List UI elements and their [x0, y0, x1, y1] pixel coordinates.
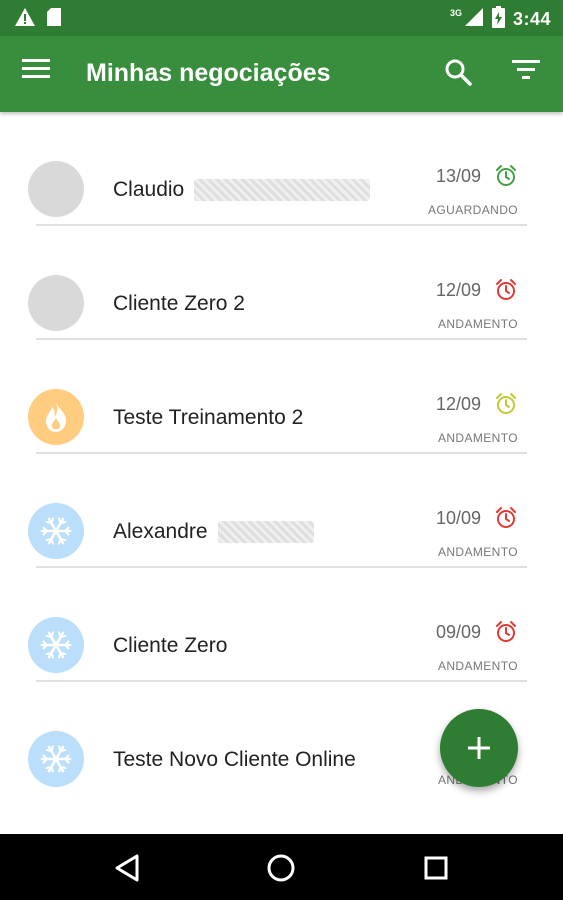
list-item[interactable]: Cliente Zero 09/09 ANDAMENTO [0, 568, 563, 682]
snowflake-icon [40, 745, 72, 773]
list-item[interactable]: Teste Treinamento 2 12/09 ANDAMENTO [0, 340, 563, 454]
avatar [28, 617, 84, 673]
add-deal-button[interactable] [440, 709, 518, 787]
redacted-surname [194, 179, 371, 202]
deal-date: 12/09 [435, 394, 481, 414]
avatar [28, 161, 84, 217]
flame-icon [46, 402, 67, 432]
deal-status: ANDAMENTO [437, 545, 518, 559]
avatar [28, 731, 84, 787]
deal-name: Cliente Zero 2 [113, 292, 245, 315]
snowflake-icon [40, 631, 72, 659]
alarm-clock-icon [494, 164, 518, 188]
search-button[interactable] [444, 58, 478, 92]
deal-name: Teste Treinamento 2 [113, 406, 304, 429]
system-nav-bar [0, 834, 563, 900]
deal-status: ANDAMENTO [437, 431, 518, 445]
back-icon [115, 854, 139, 882]
filter-icon [512, 60, 540, 79]
deal-status: ANDAMENTO [437, 317, 518, 331]
avatar [28, 275, 84, 331]
search-icon [445, 59, 472, 86]
redacted-surname [217, 521, 314, 544]
deal-date: 09/09 [435, 622, 481, 642]
deal-date: 13/09 [435, 166, 481, 186]
deal-name: Alexandre [113, 520, 208, 543]
signal-icon [464, 7, 484, 32]
recents-icon [424, 856, 448, 880]
sd-card-icon [46, 7, 62, 32]
warning-icon [14, 7, 36, 32]
home-icon [267, 854, 295, 882]
back-button[interactable] [111, 851, 145, 885]
list-item[interactable]: Claudio 13/09 AGUARDANDO [0, 112, 563, 226]
filter-button[interactable] [512, 58, 546, 92]
menu-icon [22, 59, 50, 78]
alarm-clock-icon [494, 278, 518, 302]
app-bar: Minhas negociações [0, 36, 563, 112]
status-bar: 3G 3:44 [0, 0, 563, 36]
list-item[interactable]: Cliente Zero 2 12/09 ANDAMENTO [0, 226, 563, 340]
avatar [28, 389, 84, 445]
deal-status: ANDAMENTO [437, 659, 518, 673]
battery-icon [491, 6, 505, 33]
deal-name: Claudio [113, 178, 185, 201]
alarm-clock-icon [494, 620, 518, 644]
network-type-label: 3G [449, 7, 462, 18]
avatar [28, 503, 84, 559]
deal-name: Cliente Zero [113, 634, 228, 657]
page-title: Minhas negociações [86, 59, 331, 87]
alarm-clock-icon [494, 392, 518, 416]
menu-button[interactable] [22, 58, 58, 90]
plus-icon [468, 737, 490, 759]
deal-date: 12/09 [435, 280, 481, 300]
recents-button[interactable] [419, 851, 453, 885]
deal-status: AGUARDANDO [427, 203, 518, 217]
snowflake-icon [40, 517, 72, 545]
deal-name: Teste Novo Cliente Online [113, 748, 356, 771]
list-item[interactable]: Alexandre 10/09 ANDAMENTO [0, 454, 563, 568]
alarm-clock-icon [494, 506, 518, 530]
deal-date: 10/09 [435, 508, 481, 528]
status-time: 3:44 [512, 9, 551, 29]
home-button[interactable] [264, 851, 298, 885]
